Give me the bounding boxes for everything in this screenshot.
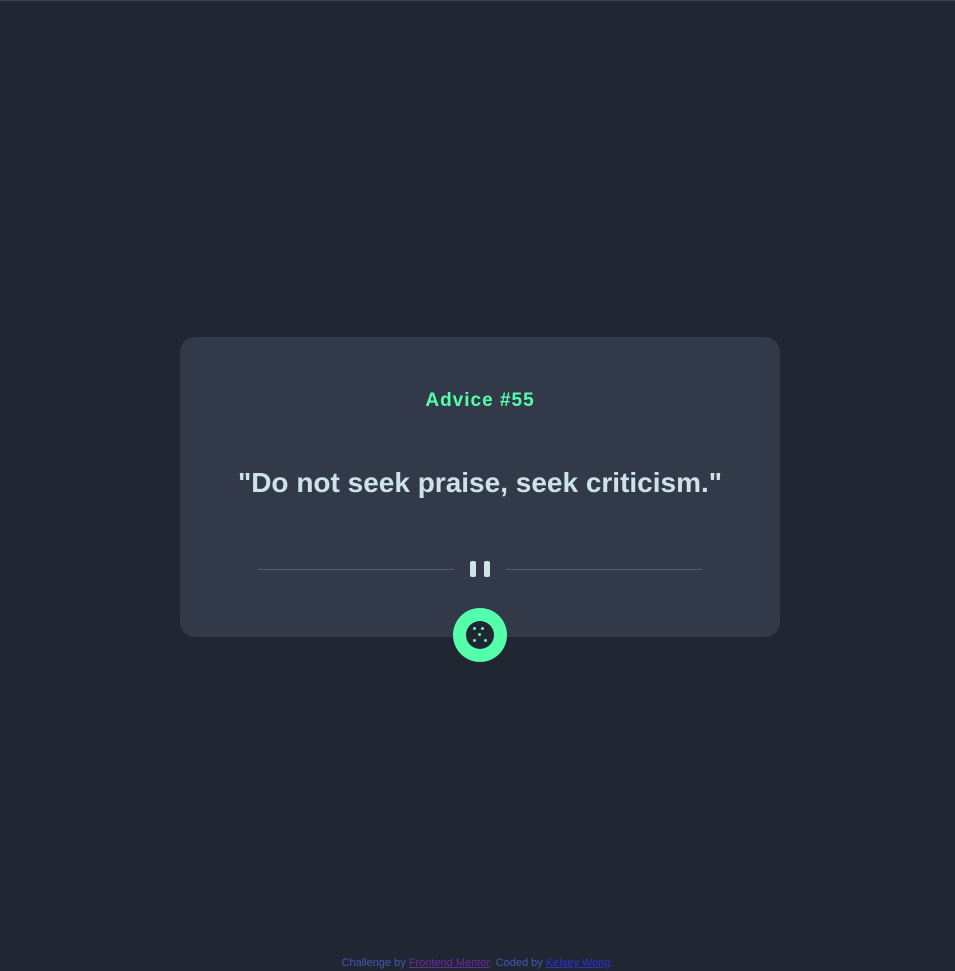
footer-challenge-text: Challenge by (341, 957, 409, 969)
new-advice-button[interactable] (453, 608, 507, 662)
dice-icon (466, 621, 494, 649)
frontend-mentor-link[interactable]: Frontend Mentor (409, 957, 490, 969)
divider (258, 559, 702, 579)
footer-suffix: . (610, 957, 614, 969)
divider-line-left (258, 569, 454, 570)
pause-icon (470, 561, 490, 577)
author-link[interactable]: Kelsey Wong (546, 957, 611, 969)
footer-coded-text: . Coded by (489, 957, 546, 969)
advice-card: Advice #55 "Do not seek praise, seek cri… (180, 337, 780, 637)
attribution-footer: Challenge by Frontend Mentor. Coded by K… (0, 956, 955, 970)
advice-id-label: Advice #55 (425, 390, 535, 411)
advice-quote: "Do not seek praise, seek criticism." (237, 467, 723, 498)
divider-line-right (506, 569, 702, 570)
